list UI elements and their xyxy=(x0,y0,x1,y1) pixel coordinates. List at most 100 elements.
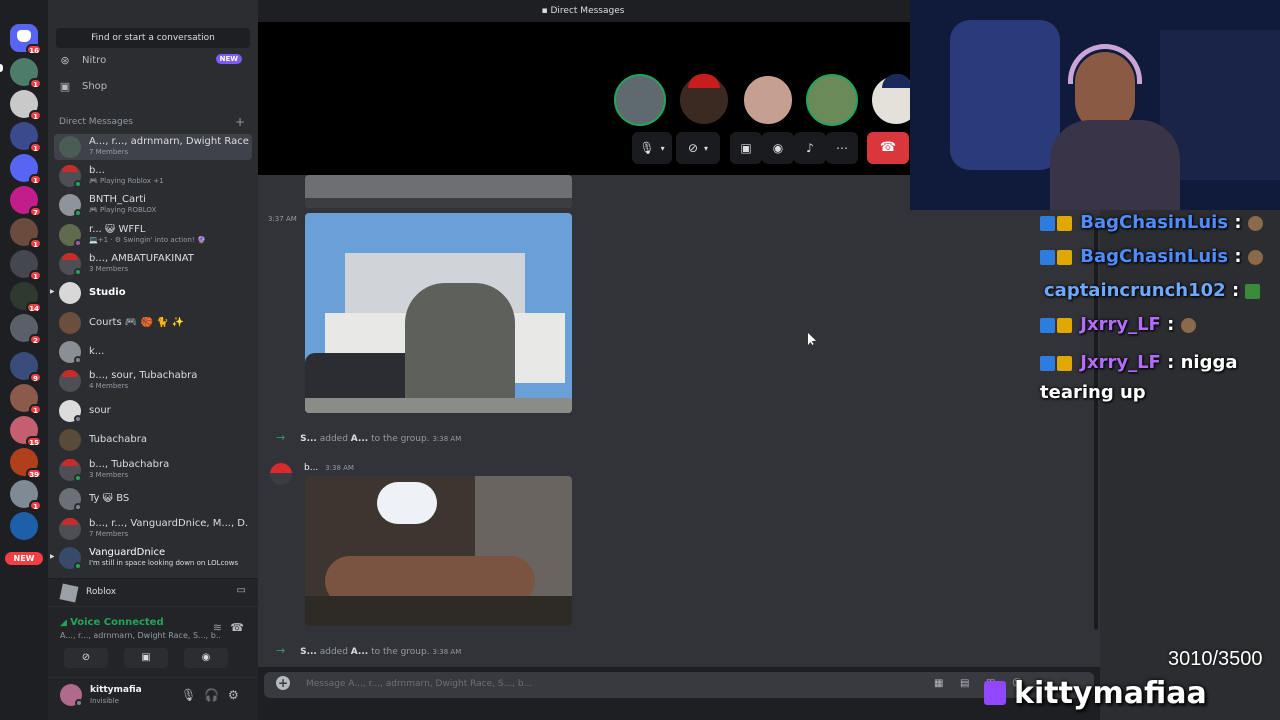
dm-subtext: 🎮 Playing Roblox +1 xyxy=(89,177,164,185)
message-image[interactable] xyxy=(305,213,572,413)
shop-icon: ▣ xyxy=(59,79,71,93)
message-image[interactable] xyxy=(305,476,572,626)
server-icon[interactable]: 9 xyxy=(10,352,42,383)
message-composer[interactable]: + Message A..., r..., adrnmarn, Dwight R… xyxy=(264,672,1094,698)
call-participant-avatar[interactable] xyxy=(614,74,666,126)
signal-icon: ◢ xyxy=(60,618,71,628)
message-image[interactable] xyxy=(305,175,572,208)
server-icon[interactable]: 1 xyxy=(10,384,42,415)
nav-shop[interactable]: ▣ Shop xyxy=(58,75,250,97)
gift-icon[interactable]: ▦ xyxy=(934,678,943,689)
server-icon[interactable]: 15 xyxy=(10,416,42,447)
system-target[interactable]: A... xyxy=(351,434,368,444)
dm-item[interactable]: Tubachabra xyxy=(54,427,252,453)
disconnect-call-button[interactable]: ☎ xyxy=(867,132,909,164)
activity-panel[interactable]: Roblox ▭ xyxy=(48,578,258,606)
soundboard-button[interactable]: ♪ xyxy=(794,132,826,164)
server-icon[interactable]: 1 xyxy=(10,154,42,185)
server-icon[interactable]: 1 xyxy=(10,250,42,281)
dm-item[interactable]: ▶ VanguardDnice I'm still in space looki… xyxy=(50,545,252,571)
window-title: ▪ Direct Messages xyxy=(258,0,908,22)
dm-name: b... xyxy=(89,165,105,176)
server-icon[interactable] xyxy=(10,512,38,540)
camera-off-button[interactable]: ⊘ xyxy=(64,648,108,668)
notification-badge: 39 xyxy=(26,468,42,479)
avatar[interactable] xyxy=(270,463,292,485)
notification-badge: 16 xyxy=(26,44,42,55)
status-dot xyxy=(74,180,82,188)
nav-nitro-label: Nitro xyxy=(82,54,107,66)
dm-item[interactable]: BNTH_Carti 🎮 Playing ROBLOX xyxy=(54,192,252,218)
create-dm-plus-icon[interactable]: + xyxy=(235,115,245,129)
activity-button[interactable]: ◉ xyxy=(184,648,228,668)
screen-share-button[interactable]: ▣ xyxy=(730,132,762,164)
new-unreads-pill[interactable]: NEW xyxy=(5,552,43,565)
camera-toggle[interactable]: ⊘ ▾ xyxy=(676,132,720,164)
twitch-icon xyxy=(984,681,1006,705)
call-participant-avatar[interactable] xyxy=(678,74,730,126)
server-icon[interactable]: 1 xyxy=(10,122,42,153)
dm-subtext: I'm still in space looking down on LOLco… xyxy=(89,559,239,567)
system-target[interactable]: A... xyxy=(351,647,368,657)
emote-icon xyxy=(1247,249,1263,265)
noise-suppression-icon[interactable]: ≋ xyxy=(213,621,222,634)
dm-item[interactable]: Ty 😺 BS xyxy=(54,486,252,512)
notification-badge: 1 xyxy=(29,500,42,511)
system-message: → S... added A... to the group. 3:38 AM xyxy=(276,431,461,444)
emote-icon xyxy=(1245,283,1261,299)
voice-status: ◢ Voice Connected xyxy=(60,617,164,628)
gif-icon[interactable]: ▤ xyxy=(960,678,969,689)
chevron-down-icon: ▾ xyxy=(704,143,709,153)
call-participant-avatar[interactable] xyxy=(742,74,794,126)
dm-item[interactable]: Courts 🎮 🏀 🐈 ✨ xyxy=(54,310,252,336)
status-dot xyxy=(75,699,83,707)
activity-button[interactable]: ◉ xyxy=(762,132,794,164)
dm-subtext: 3 Members xyxy=(89,471,129,479)
gear-icon[interactable]: ⚙ xyxy=(228,688,239,702)
system-text: added xyxy=(319,647,348,657)
dm-item[interactable]: ▶ Studio xyxy=(50,280,252,306)
dm-item[interactable]: b..., Tubachabra 3 Members xyxy=(54,457,252,483)
more-options-button[interactable]: ⋯ xyxy=(826,132,858,164)
notification-badge: 1 xyxy=(29,110,42,121)
dm-item[interactable]: sour xyxy=(54,398,252,424)
server-icon[interactable]: 1 xyxy=(10,480,42,511)
dm-icon: ▪ xyxy=(541,6,551,16)
avatar xyxy=(59,370,81,392)
gamepad-icon: ◉ xyxy=(772,141,784,155)
screen-share-button[interactable]: ▣ xyxy=(124,648,168,668)
server-icon[interactable]: 1 xyxy=(10,90,42,121)
author-name[interactable]: b... xyxy=(304,463,318,473)
server-icon[interactable]: 14 xyxy=(10,282,42,313)
activity-screen-icon[interactable]: ▭ xyxy=(237,585,246,596)
home-button[interactable]: 16 xyxy=(10,24,42,55)
dm-item[interactable]: r... 😺 WFFL 💻+1 · ⚙ Swingin' into action… xyxy=(54,222,252,248)
server-icon[interactable]: 39 xyxy=(10,448,42,479)
dm-item[interactable]: k... xyxy=(54,339,252,365)
nav-nitro[interactable]: ⊛ Nitro NEW xyxy=(58,49,250,71)
mute-toggle[interactable]: 🎙 ▾ xyxy=(632,132,672,164)
status-dot xyxy=(74,239,82,247)
dm-item[interactable]: b... 🎮 Playing Roblox +1 xyxy=(54,163,252,189)
goal-counter: 3010/3500 xyxy=(1168,648,1263,670)
headphones-icon[interactable]: 🎧 xyxy=(204,688,219,702)
server-icon[interactable]: 1 xyxy=(10,218,42,249)
disconnect-icon[interactable]: ☎ xyxy=(230,621,244,634)
dm-item[interactable]: b..., AMBATUFAKINAT 3 Members xyxy=(54,251,252,277)
system-text: added xyxy=(319,434,348,444)
search-conversation-button[interactable]: Find or start a conversation xyxy=(56,28,250,48)
dm-sidebar: Find or start a conversation ⊛ Nitro NEW… xyxy=(48,0,258,720)
system-actor[interactable]: S... xyxy=(300,434,317,444)
server-icon[interactable]: 1 xyxy=(10,58,42,89)
system-actor[interactable]: S... xyxy=(300,647,317,657)
dm-item[interactable]: b..., sour, Tubachabra 4 Members xyxy=(54,368,252,394)
attach-plus-icon[interactable]: + xyxy=(276,676,290,690)
dm-header-label: Direct Messages xyxy=(59,117,133,127)
dm-subtext: 7 Members xyxy=(89,530,129,538)
microphone-icon[interactable]: 🎙 xyxy=(181,688,196,702)
dm-item[interactable]: A..., r..., adrnmarn, Dwight Race... 7 M… xyxy=(54,134,252,160)
call-participant-avatar[interactable] xyxy=(806,74,858,126)
server-icon[interactable]: 2 xyxy=(10,314,42,345)
server-icon[interactable]: 7 xyxy=(10,186,42,217)
dm-item[interactable]: b..., r..., VanguardDnice, M..., D... 7 … xyxy=(54,516,252,542)
